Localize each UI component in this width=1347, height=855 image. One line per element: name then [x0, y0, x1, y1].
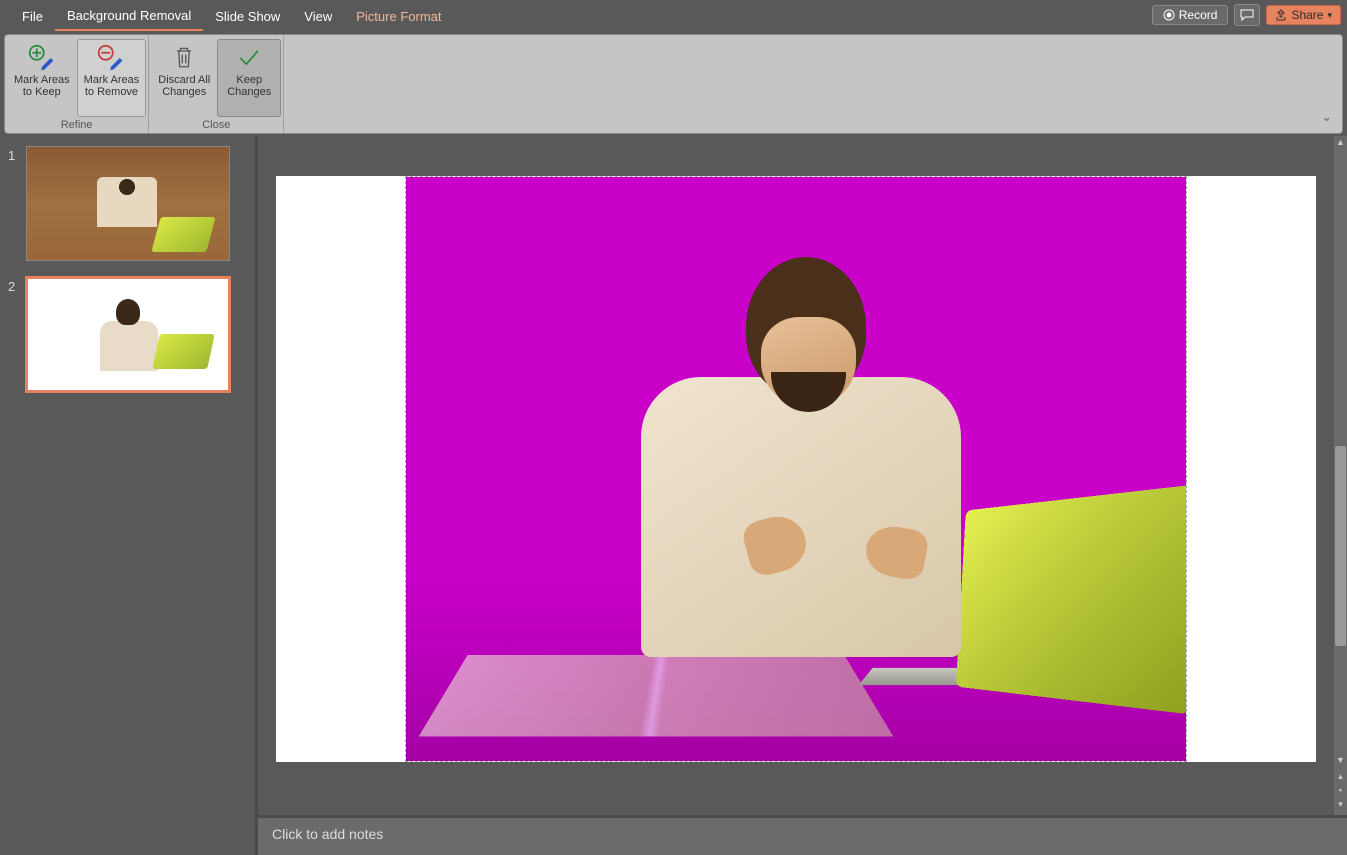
discard-all-changes-button[interactable]: Discard All Changes	[151, 39, 217, 117]
discard-line1: Discard All	[158, 74, 210, 86]
pencil-plus-icon	[28, 44, 56, 72]
tab-view[interactable]: View	[292, 3, 344, 30]
main-area: 1 2	[0, 136, 1347, 855]
mark-areas-to-remove-button[interactable]: Mark Areas to Remove	[77, 39, 147, 117]
scroll-up-arrow[interactable]: ▲	[1334, 136, 1347, 149]
discard-line2: Changes	[162, 86, 206, 98]
slide-number-1: 1	[8, 146, 26, 261]
ribbon-group-close: Discard All Changes Keep Changes Close	[149, 35, 284, 133]
magazine-image	[419, 655, 893, 736]
slide-canvas[interactable]	[276, 176, 1316, 762]
canvas-area: ▲ ▼ ▴ ▪ ▾	[258, 136, 1347, 815]
slide-thumbnail-1[interactable]	[26, 146, 230, 261]
comment-icon	[1240, 8, 1254, 22]
chevron-down-icon: ⌄	[1321, 109, 1332, 124]
thumb2-image	[28, 279, 228, 390]
mark-remove-line2: to Remove	[85, 86, 138, 98]
slide-number-2: 2	[8, 277, 26, 392]
tab-file[interactable]: File	[10, 3, 55, 30]
share-button[interactable]: Share ▾	[1266, 5, 1341, 25]
notes-pane[interactable]: Click to add notes	[258, 815, 1347, 855]
scroll-down-arrow[interactable]: ▼	[1334, 754, 1347, 767]
keep-line1: Keep	[236, 74, 262, 86]
ribbon-group-refine-label: Refine	[7, 117, 146, 133]
slide-thumbnail-panel: 1 2	[0, 136, 258, 855]
record-label: Record	[1179, 8, 1218, 22]
tab-picture-format[interactable]: Picture Format	[344, 3, 453, 30]
trash-icon	[170, 44, 198, 72]
tab-bar: File Background Removal Slide Show View …	[0, 0, 1347, 32]
check-icon	[235, 44, 263, 72]
tab-slide-show[interactable]: Slide Show	[203, 3, 292, 30]
ribbon-group-refine: Mark Areas to Keep Mark Areas to Remove …	[5, 35, 149, 133]
chevron-down-icon: ▾	[1327, 10, 1332, 21]
person-body-image	[641, 377, 961, 657]
mark-remove-line1: Mark Areas	[84, 74, 140, 86]
ribbon-group-close-label: Close	[151, 117, 281, 133]
pencil-minus-icon	[97, 44, 125, 72]
mark-keep-line2: to Keep	[23, 86, 61, 98]
scrollbar-thumb[interactable]	[1335, 446, 1346, 646]
slide-thumb-2-wrap: 2	[8, 277, 247, 392]
record-icon	[1163, 9, 1175, 21]
picture-background-removal-selection[interactable]	[405, 176, 1187, 762]
share-icon	[1275, 9, 1287, 21]
thumb1-image	[27, 147, 229, 260]
top-right-controls: Record Share ▾	[1152, 4, 1341, 26]
slide-nav-icon[interactable]: ▪	[1334, 784, 1347, 797]
tab-background-removal[interactable]: Background Removal	[55, 2, 203, 31]
vertical-scrollbar[interactable]: ▲ ▼ ▴ ▪ ▾	[1334, 136, 1347, 815]
laptop-image	[956, 485, 1187, 715]
slide-thumb-1-wrap: 1	[8, 146, 247, 261]
ribbon: Mark Areas to Keep Mark Areas to Remove …	[4, 34, 1343, 134]
prev-slide-icon[interactable]: ▴	[1334, 770, 1347, 783]
mark-areas-to-keep-button[interactable]: Mark Areas to Keep	[7, 39, 77, 117]
slide-editor: ▲ ▼ ▴ ▪ ▾ Click to add notes	[258, 136, 1347, 855]
keep-changes-button[interactable]: Keep Changes	[217, 39, 281, 117]
share-label: Share	[1291, 8, 1323, 22]
keep-line2: Changes	[227, 86, 271, 98]
comments-button[interactable]	[1234, 4, 1260, 26]
mark-keep-line1: Mark Areas	[14, 74, 70, 86]
ribbon-collapse-button[interactable]: ⌄	[1321, 109, 1332, 125]
slide-thumbnail-2[interactable]	[26, 277, 230, 392]
record-button[interactable]: Record	[1152, 5, 1229, 25]
notes-placeholder: Click to add notes	[272, 826, 383, 842]
next-slide-icon[interactable]: ▾	[1334, 798, 1347, 811]
